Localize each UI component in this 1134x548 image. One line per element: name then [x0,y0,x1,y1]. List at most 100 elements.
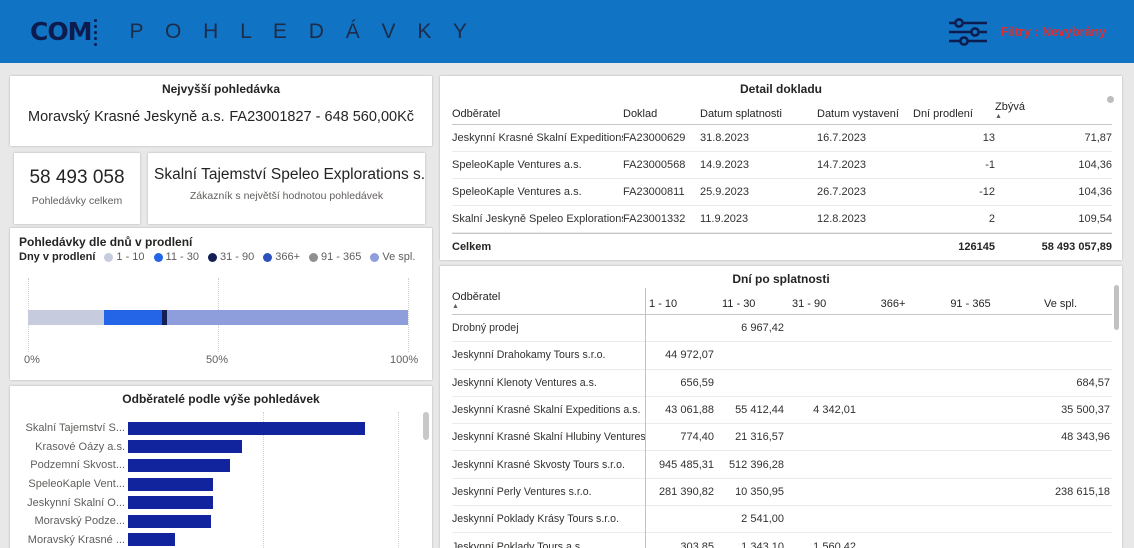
table-total-row: Celkem 126145 58 493 057,89 [452,233,1112,259]
cell-zbyva: 104,36 [1078,159,1112,171]
bar-segment[interactable] [104,310,163,325]
cell-prodleni: -12 [979,186,995,198]
total-receivables-label: Pohledávky celkem [31,195,123,207]
cell-odberatel: Skalní Jeskyně Speleo Explorations s.r.o… [452,213,623,225]
cell-11-30: 1 343,10 [741,540,784,548]
cell-odberatel: Jeskynní Krasné Skalní Expeditions a.s. [452,132,623,144]
column-header[interactable]: Odběratel [452,108,623,120]
table-row[interactable]: Drobný prodej 6 967,42 [452,315,1112,343]
bar-row: Jeskynní Skalní O... [14,493,418,512]
cell-splatnost: 14.9.2023 [700,159,749,171]
bar[interactable] [128,496,214,510]
cell-odberatel: SpeleoKaple Ventures a.s. [452,159,582,171]
cell-1-10: 44 972,07 [665,349,714,362]
bar[interactable] [128,440,242,454]
cell-splatnost: 31.8.2023 [700,132,749,144]
cell-1-10: 656,59 [680,376,714,389]
total-receivables-card: 58 493 058 Pohledávky celkem [14,153,140,224]
legend-label: 11 - 30 [165,251,199,263]
table-row[interactable]: Jeskynní Perly Ventures s.r.o. 281 390,8… [452,479,1112,507]
top-customer-card: Skalní Tajemství Speleo Explorations s.r… [148,153,425,224]
column-header[interactable]: Datum vystavení [817,108,913,120]
cell-vespl: 35 500,37 [1061,404,1110,417]
filter-sliders-icon[interactable] [948,17,988,47]
bar[interactable] [128,477,214,491]
cell-prodleni: -1 [985,159,995,171]
bar-category-label: Moravský Krasné ... [27,533,125,546]
column-header-sorted[interactable]: Odběratel ▲ [452,291,645,310]
scrollbar-thumb[interactable] [1114,285,1119,330]
legend-item[interactable]: Ve spl. [370,251,415,263]
legend-label: 31 - 90 [219,251,255,263]
cell-1-10: 303,85 [680,540,714,548]
column-header[interactable]: Dní prodlení [913,108,995,120]
column-header[interactable]: 366+ [856,298,930,310]
bar-row: Moravský Podze... [14,512,418,531]
legend-item[interactable]: 91 - 365 [309,251,361,263]
bar[interactable] [128,533,176,547]
table-row[interactable]: SpeleoKaple Ventures a.s. FA23000811 25.… [452,179,1112,206]
cell-odberatel: Jeskynní Perly Ventures s.r.o. [452,485,592,498]
bar-segment[interactable] [28,310,104,325]
legend-item[interactable]: 11 - 30 [153,251,199,263]
table-row[interactable]: Jeskynní Klenoty Ventures a.s. 656,59 68… [452,370,1112,397]
cell-odberatel: Jeskynní Krasné Skalní Hlubiny Ventures … [452,431,645,444]
table-row[interactable]: Jeskynní Krasné Skalní Expeditions a.s. … [452,125,1112,152]
total-label: Celkem [452,240,492,253]
bar-category-label: Skalní Tajemství S... [25,422,125,435]
table-title: Dní po splatnosti [732,272,830,286]
column-header[interactable]: 31 - 90 [784,298,856,310]
cell-vystaveni: 14.7.2023 [817,159,866,171]
scrollbar-thumb[interactable] [423,412,429,440]
bar-category-label: Podzemní Skvost... [30,459,125,472]
days-past-due-matrix: Dní po splatnosti Odběratel ▲ 1 - 10 11 -… [440,266,1122,548]
cell-1-10: 774,40 [680,431,714,444]
bar[interactable] [128,514,211,528]
column-header[interactable]: Ve spl. [1011,298,1110,310]
highest-receivable-card: Nejvyšší pohledávka Moravský Krasné Jesk… [10,76,432,146]
overdue-days-chart-panel: Pohledávky dle dnů v prodlení Dny v prod… [10,228,432,380]
highest-customer: Moravský Krasné Jeskyně a.s. [28,109,225,125]
table-row[interactable]: Jeskynní Krasné Skalní Expeditions a.s. … [452,397,1112,425]
column-header[interactable]: 91 - 365 [930,298,1011,310]
legend-item[interactable]: 1 - 10 [104,251,145,263]
table-row[interactable]: Jeskynní Poklady Krásy Tours s.r.o. 2 54… [452,506,1112,534]
cell-splatnost: 11.9.2023 [700,213,749,225]
column-header[interactable]: Datum splatnosti [700,108,817,120]
legend-dot-icon [263,252,273,262]
bar-row: SpeleoKaple Vent... [14,475,418,494]
table-row[interactable]: Jeskynní Drahokamy Tours s.r.o. 44 972,0… [452,342,1112,370]
column-header[interactable]: 11 - 30 [714,298,784,310]
stacked-bar [28,310,408,325]
filters-control[interactable]: Filtry : Nevybrány [948,0,1106,63]
dashboard: COM P O H L E D Á V K Y Filtry : Nevybrá… [0,0,1134,548]
scrollbar-dot[interactable] [1107,96,1114,103]
table-row[interactable]: Jeskynní Poklady Tours a.s. 303,85 1 343… [452,533,1112,548]
cell-odberatel: Drobný prodej [452,322,519,335]
table-header-row: Odběratel ▲ 1 - 10 11 - 30 31 - 90 366+ 9… [452,287,1112,315]
column-header-sorted[interactable]: Zbývá ▲ [995,101,1112,120]
table-row[interactable]: SpeleoKaple Ventures a.s. FA23000568 14.… [452,152,1112,179]
logo-text: COM [30,17,92,46]
bar[interactable] [128,458,230,472]
cell-11-30: 21 316,57 [735,431,784,444]
bar-segment[interactable] [167,310,408,325]
column-divider [645,288,646,548]
cell-prodleni: 13 [982,132,995,144]
bar-category-label: Krasové Oázy a.s. [35,440,125,453]
legend-item[interactable]: 366+ [263,251,300,263]
table-row[interactable]: Skalní Jeskyně Speleo Explorations s.r.o… [452,206,1112,233]
bar[interactable] [128,421,365,435]
cell-doklad: FA23000629 [623,132,686,144]
sort-ascending-icon: ▲ [452,303,459,310]
table-row[interactable]: Jeskynní Krasné Skvosty Tours s.r.o. 945… [452,451,1112,479]
card-title: Nejvyšší pohledávka [161,82,281,96]
legend-label: 1 - 10 [116,251,145,263]
table-row[interactable]: Jeskynní Krasné Skalní Hlubiny Ventures … [452,424,1112,452]
cell-splatnost: 25.9.2023 [700,186,749,198]
legend-title: Dny v prodlení [19,251,96,263]
total-receivables-value: 58 493 058 [29,167,125,188]
legend-item[interactable]: 31 - 90 [207,251,255,263]
column-header[interactable]: 1 - 10 [645,298,714,310]
column-header[interactable]: Doklad [623,108,700,120]
